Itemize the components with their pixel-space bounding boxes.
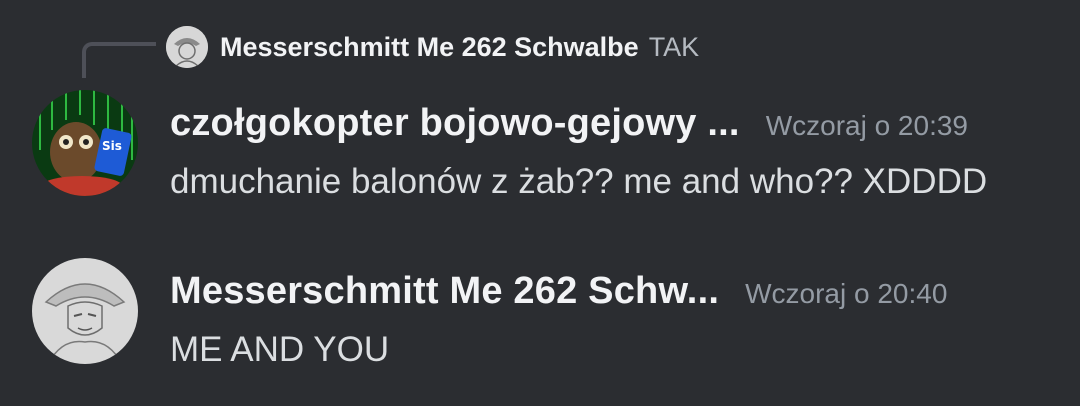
timestamp: Wczoraj o 20:39 — [765, 110, 969, 141]
avatar[interactable]: Sis — [32, 90, 138, 196]
timestamp: Wczoraj o 20:40 — [745, 278, 948, 309]
avatar[interactable] — [32, 258, 138, 364]
author-name[interactable]: czołgokopter bojowo-gejowy ... — [170, 102, 740, 145]
reply-reference[interactable]: Messerschmitt Me 262 Schwalbe TAK — [166, 26, 699, 68]
message-content: ME AND YOU — [170, 330, 390, 369]
svg-text:Sis: Sis — [102, 139, 122, 153]
reply-connector-line — [82, 42, 156, 78]
reply-avatar[interactable] — [166, 26, 208, 68]
reply-author-name[interactable]: Messerschmitt Me 262 Schwalbe — [220, 32, 639, 63]
author-name[interactable]: Messerschmitt Me 262 Schw... — [170, 270, 719, 313]
reply-preview-text[interactable]: TAK — [649, 32, 700, 63]
message-content: dmuchanie balonów z żab?? me and who?? X… — [170, 162, 988, 201]
